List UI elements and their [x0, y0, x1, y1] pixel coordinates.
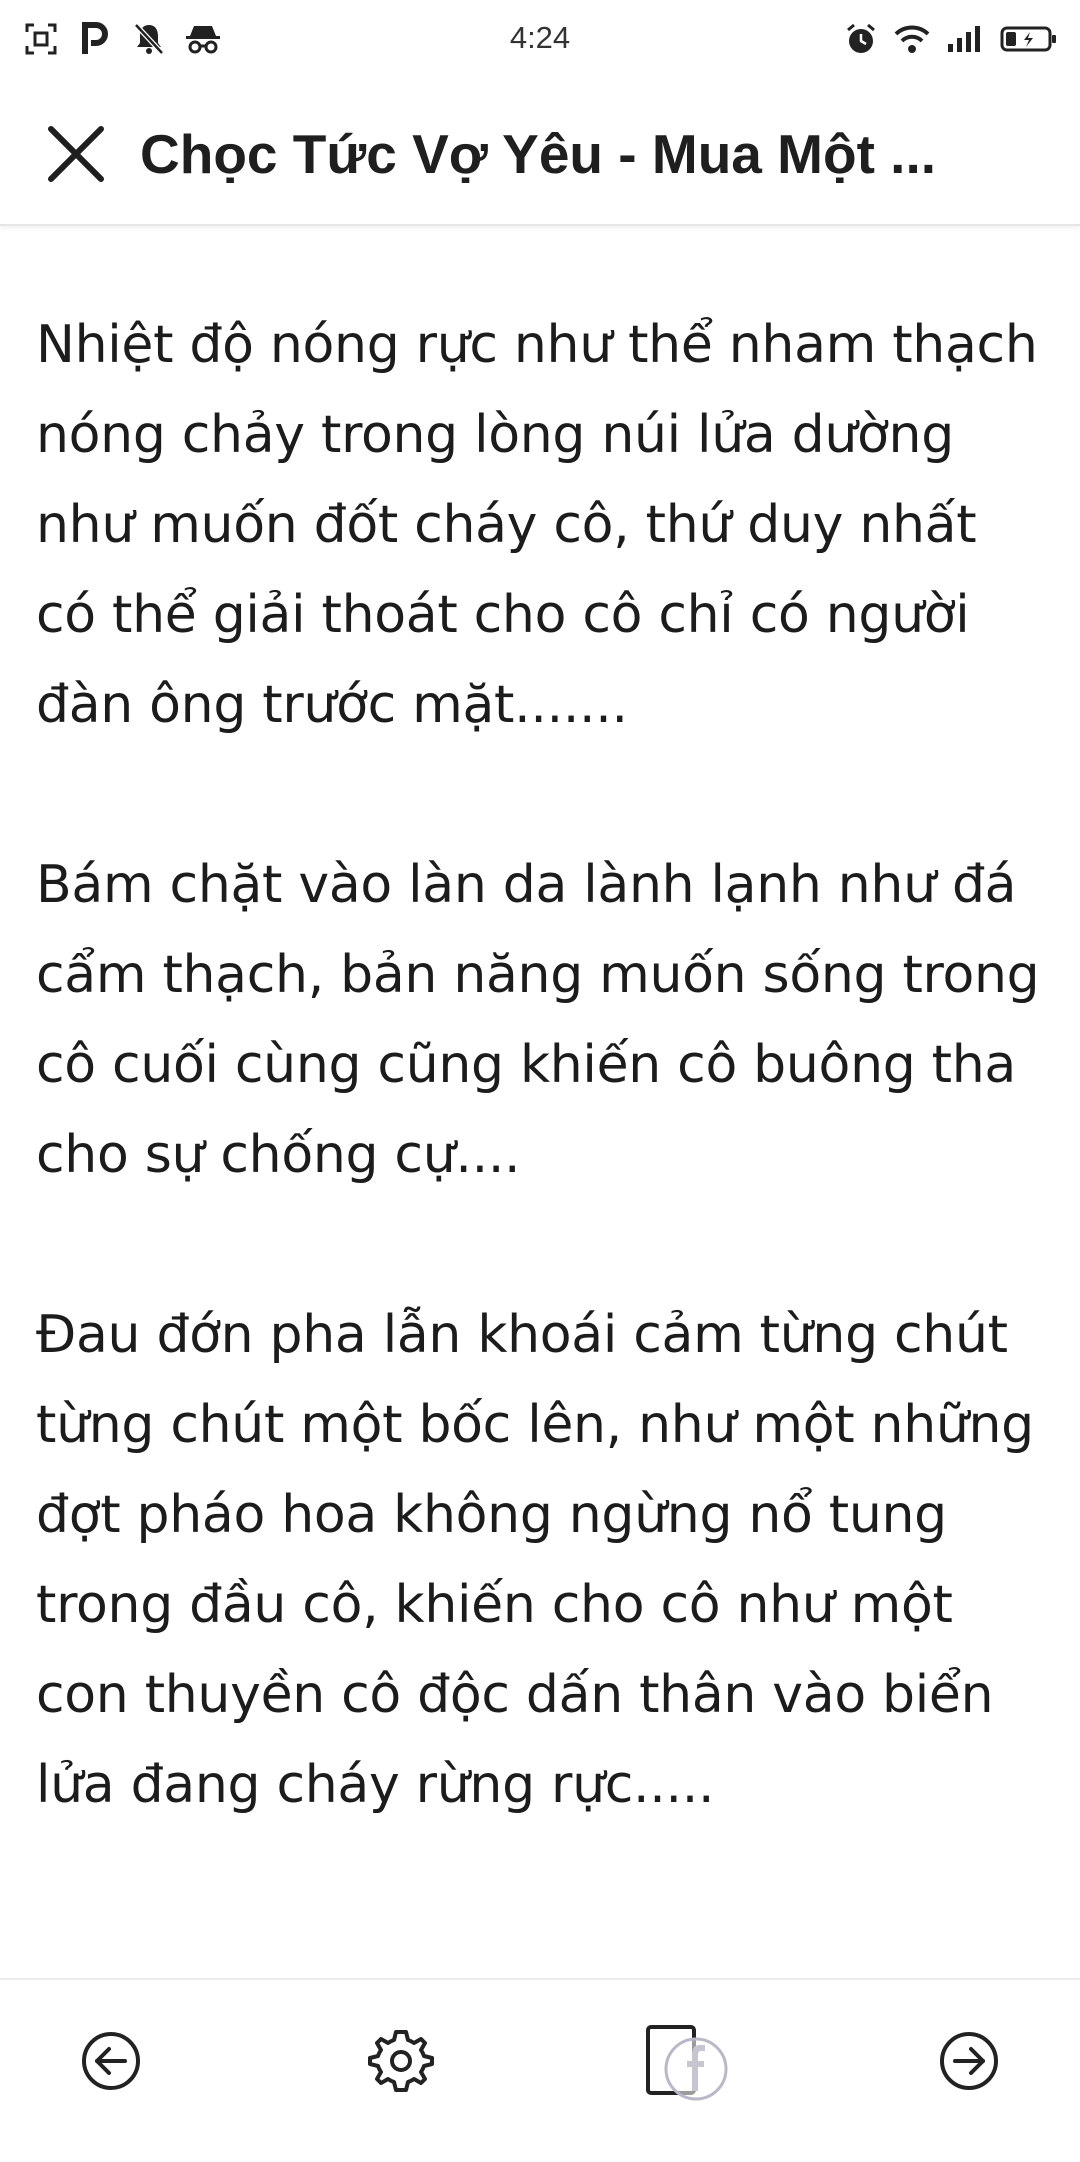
paragraph: Nhiệt độ nóng rực như thể nham thạch nón… [36, 315, 1038, 735]
status-bar: 4:24 [0, 0, 1080, 78]
signal-icon [946, 20, 984, 58]
close-button[interactable] [36, 116, 116, 196]
paragraph: Đau đớn pha lẫn khoái cảm từng chút từng… [36, 1305, 1034, 1815]
gear-icon [366, 2026, 436, 2101]
arrow-left-circle-icon [79, 2029, 143, 2098]
facebook-share-button[interactable] [640, 2018, 730, 2108]
settings-button[interactable] [356, 2018, 446, 2108]
bottom-toolbar [0, 1978, 1080, 2162]
arrow-right-circle-icon [937, 2029, 1001, 2098]
facebook-share-icon [640, 2021, 730, 2106]
next-chapter-button[interactable] [924, 2018, 1014, 2108]
chapter-content: Nhiệt độ nóng rực như thể nham thạch nón… [36, 300, 1046, 1920]
page-title: Chọc Tức Vợ Yêu - Mua Một ... [140, 123, 937, 185]
close-icon [45, 123, 107, 190]
previous-chapter-button[interactable] [66, 2018, 156, 2108]
status-right-icons [844, 18, 1058, 60]
paragraph: Bám chặt vào làn da lành lạnh như đá cẩm… [36, 855, 1040, 1185]
alarm-icon [844, 20, 878, 58]
wifi-icon [894, 20, 930, 58]
battery-charging-icon [1000, 20, 1058, 58]
app-bar: Chọc Tức Vợ Yêu - Mua Một ... [0, 78, 1080, 226]
